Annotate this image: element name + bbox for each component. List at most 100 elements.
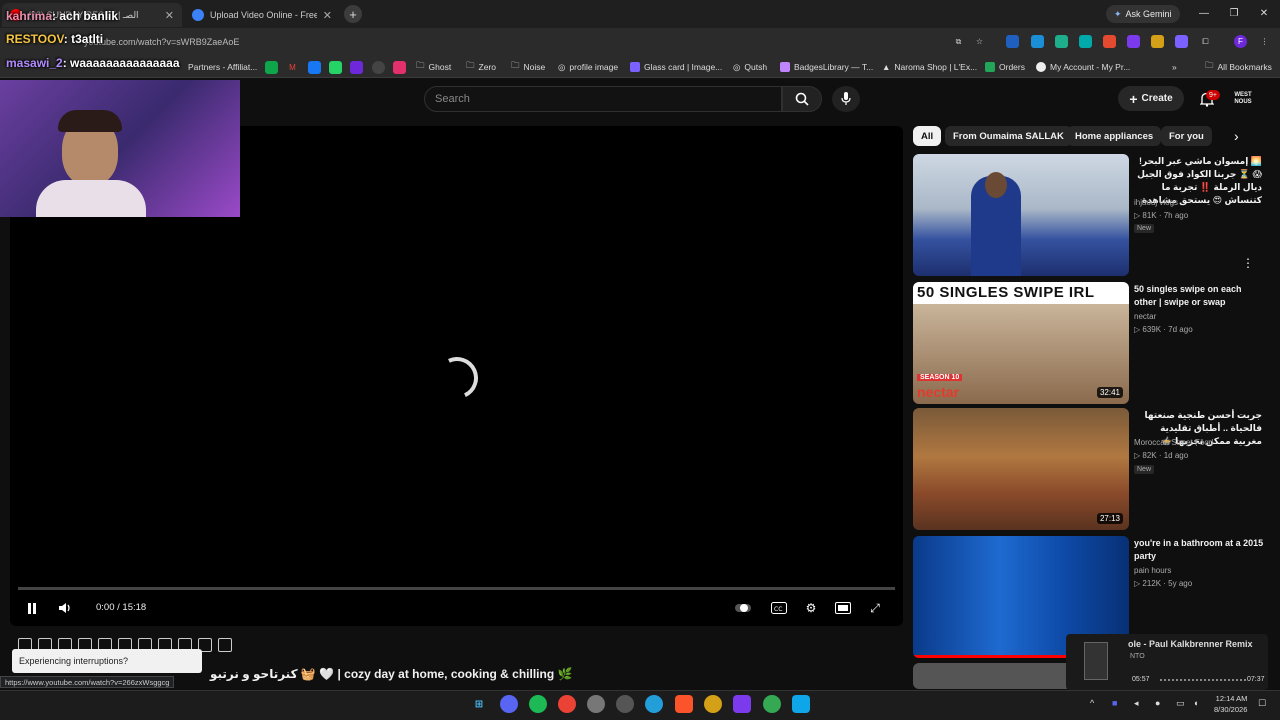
close-tab-icon[interactable]: ✕ — [165, 9, 174, 22]
bookmark-folder-ghost[interactable]: 🗀 Ghost — [416, 60, 451, 74]
bookmark-profile-image[interactable]: ◎ profile image — [558, 60, 618, 74]
notification-center-icon[interactable]: ☐ — [1258, 698, 1266, 709]
app-icon[interactable] — [792, 695, 810, 713]
views: 212K — [1142, 579, 1162, 588]
extension-icon[interactable] — [1127, 35, 1140, 48]
extension-icon[interactable] — [1006, 35, 1019, 48]
search-input[interactable]: Search — [424, 86, 782, 112]
bookmark-glass-card[interactable]: Glass card | Image... — [630, 60, 722, 74]
bookmarks-overflow-icon[interactable]: » — [1172, 60, 1177, 74]
video-thumbnail[interactable] — [913, 154, 1129, 276]
voice-search-button[interactable] — [832, 86, 860, 112]
account-avatar[interactable]: WEST NOUS — [1232, 88, 1254, 110]
video-channel[interactable]: nectar — [1134, 312, 1156, 321]
obs-icon[interactable] — [616, 695, 634, 713]
fullscreen-button[interactable]: ⤢ — [866, 600, 884, 616]
tray-mic-icon[interactable]: ● — [1155, 698, 1160, 708]
ask-gemini-button[interactable]: ✦ Ask Gemini — [1106, 5, 1180, 23]
tray-discord-icon[interactable]: ■ — [1112, 698, 1117, 708]
video-title[interactable]: you're in a bathroom at a 2015 party — [1134, 537, 1264, 563]
start-menu-icon[interactable]: ⊞ — [470, 695, 488, 713]
bookmark-my-account[interactable]: My Account - My Pr... — [1036, 60, 1130, 74]
extension-icon[interactable] — [1175, 35, 1188, 48]
app-icon[interactable] — [704, 695, 722, 713]
autoplay-toggle[interactable] — [734, 600, 752, 616]
tray-volume-icon[interactable]: ◖ — [1193, 698, 1198, 708]
all-bookmarks-button[interactable]: 🗀 All Bookmarks — [1205, 60, 1272, 74]
bookmark-icon[interactable] — [350, 61, 363, 74]
tray-overflow-icon[interactable]: ^ — [1090, 698, 1094, 708]
settings-button[interactable]: ⚙ — [802, 600, 820, 616]
bookmark-icon[interactable] — [329, 61, 342, 74]
browser-tab-active[interactable]: (83) SUNDAY RESET | الصـ ✕ — [2, 3, 182, 27]
bookmark-naroma-shop[interactable]: ▲ Naroma Shop | L'Ex... — [882, 60, 977, 74]
close-tab-icon[interactable]: ✕ — [323, 9, 332, 22]
bookmark-orders[interactable]: Orders — [985, 60, 1025, 74]
mini-title: ole - Paul Kalkbrenner Remix — [1128, 639, 1253, 649]
bookmark-qutsh[interactable]: ◎ Qutsh — [733, 60, 767, 74]
chip-home-appliances[interactable]: Home appliances — [1067, 126, 1162, 146]
new-tab-button[interactable]: + — [344, 5, 362, 23]
bookmark-star-icon[interactable]: ☆ — [973, 35, 986, 48]
extensions-puzzle-icon[interactable]: ⧠ — [1199, 35, 1212, 48]
bookmark-item[interactable]: Partners - Affiliat... — [188, 60, 257, 74]
close-window-button[interactable]: ✕ — [1252, 4, 1276, 22]
folder-icon: 🗀 — [511, 60, 520, 70]
video-stats: ▷ 212K · 5y ago — [1134, 579, 1193, 588]
tray-icon[interactable]: ◂ — [1134, 698, 1139, 709]
pause-button[interactable] — [23, 600, 41, 616]
gmail-icon[interactable]: M — [286, 61, 299, 74]
video-channel[interactable]: pain hours — [1134, 566, 1171, 575]
maximize-button[interactable]: ❐ — [1222, 4, 1246, 22]
progress-bar[interactable] — [18, 587, 895, 590]
bookmark-icon[interactable] — [372, 61, 385, 74]
interruptions-toast[interactable]: Experiencing interruptions? — [12, 649, 202, 673]
app-icon[interactable] — [587, 695, 605, 713]
video-channel[interactable]: ihjaouj vlogs — [1134, 198, 1178, 207]
theater-mode-button[interactable] — [834, 600, 852, 616]
views: 81K — [1142, 211, 1157, 220]
taskbar-clock[interactable]: 12:14 AM 8/30/2026 — [1214, 693, 1247, 715]
minimize-button[interactable]: — — [1192, 4, 1216, 22]
bookmark-icon[interactable] — [393, 61, 406, 74]
brave-icon[interactable] — [675, 695, 693, 713]
video-channel[interactable]: Moroccan Street Food — [1134, 438, 1213, 447]
create-button[interactable]: + Create — [1118, 86, 1184, 111]
video-thumbnail[interactable]: 27:13 — [913, 408, 1129, 530]
extension-icon[interactable] — [1079, 35, 1092, 48]
telegram-icon[interactable] — [645, 695, 663, 713]
volume-button[interactable] — [56, 600, 74, 616]
gear-icon[interactable] — [218, 638, 232, 652]
chip-all[interactable]: All — [913, 126, 942, 146]
spotify-icon[interactable] — [529, 695, 547, 713]
chrome-active-icon[interactable] — [763, 695, 781, 713]
search-button[interactable] — [782, 86, 822, 112]
extension-icon[interactable] — [1103, 35, 1116, 48]
more-actions-icon[interactable]: ⋮ — [1242, 256, 1254, 270]
profile-avatar-icon[interactable]: F — [1234, 35, 1247, 48]
extension-icon[interactable] — [1151, 35, 1164, 48]
video-title[interactable]: 50 singles swipe on each other | swipe o… — [1134, 283, 1264, 309]
bookmark-k-icon[interactable] — [265, 61, 278, 74]
pause-icon — [28, 602, 36, 614]
chips-next-icon[interactable]: › — [1234, 128, 1239, 144]
captions-button[interactable]: CC — [770, 600, 788, 616]
facebook-icon[interactable] — [308, 61, 321, 74]
app-icon[interactable] — [733, 695, 751, 713]
tray-network-icon[interactable]: ▭ — [1176, 698, 1185, 709]
bookmark-folder-noise[interactable]: 🗀 Noise — [511, 60, 545, 74]
url-field[interactable]: youtube.com/watch?v=sWRB9ZaeAoE — [84, 33, 944, 51]
chip-for-you[interactable]: For you — [1161, 126, 1212, 146]
video-thumbnail[interactable]: 50 SINGLES SWIPE IRL SEASON 10 nectar 32… — [913, 282, 1129, 404]
mini-progress[interactable] — [1160, 679, 1246, 681]
discord-icon[interactable] — [500, 695, 518, 713]
install-app-icon[interactable]: ⧉ — [952, 35, 965, 48]
chrome-icon[interactable] — [558, 695, 576, 713]
browser-tab[interactable]: Upload Video Online - Free Vid ✕ — [184, 3, 340, 27]
extension-icon[interactable] — [1031, 35, 1044, 48]
chip-from-channel[interactable]: From Oumaima SALLAK — [945, 126, 1072, 146]
bookmark-badges-library[interactable]: BadgesLibrary — T... — [780, 60, 873, 74]
bookmark-folder-zero[interactable]: 🗀 Zero — [466, 60, 496, 74]
menu-kebab-icon[interactable]: ⋮ — [1258, 35, 1271, 48]
extension-icon[interactable] — [1055, 35, 1068, 48]
